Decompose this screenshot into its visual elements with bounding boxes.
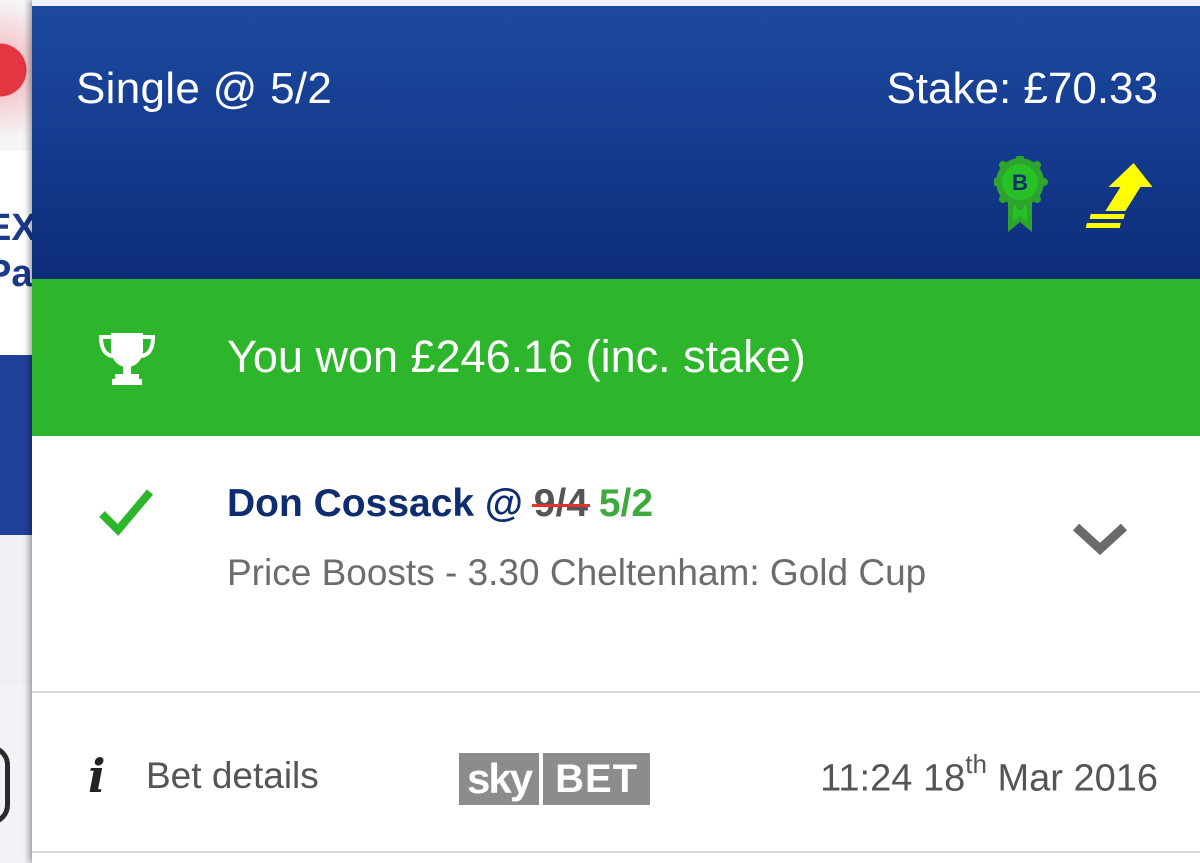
timestamp-date: Mar 2016 — [986, 757, 1158, 800]
bet-details-link[interactable]: Bet details — [146, 755, 319, 797]
svg-text:B: B — [1012, 170, 1028, 195]
background-page: EXPa — [0, 0, 32, 863]
background-image — [0, 0, 32, 148]
boost-badge-icon: B — [994, 156, 1048, 232]
bet-receipt-card: Single @ 5/2 Stake: £70.33 B You won £24… — [32, 0, 1200, 863]
selection-name: Don Cossack @ 9/4 5/2 — [227, 482, 653, 526]
win-amount-text: You won £246.16 (inc. stake) — [227, 331, 806, 382]
background-shape — [0, 745, 10, 825]
selection-row[interactable]: Don Cossack @ 9/4 5/2 Price Boosts - 3.3… — [32, 436, 1200, 693]
stake-label: Stake: £70.33 — [886, 64, 1158, 113]
background-panel-grey — [0, 535, 32, 685]
check-icon — [99, 489, 154, 536]
bet-footer: i Bet details sky BET 11:24 18th Mar 201… — [32, 693, 1200, 853]
logo-sky-text: sky — [459, 753, 540, 805]
boosted-odds: 5/2 — [598, 482, 654, 525]
trophy-icon — [98, 333, 156, 385]
chevron-down-icon[interactable] — [1072, 521, 1128, 557]
market-description: Price Boosts - 3.30 Cheltenham: Gold Cup — [227, 552, 927, 593]
bet-header: Single @ 5/2 Stake: £70.33 B — [32, 0, 1200, 279]
runner-name: Don Cossack @ — [227, 482, 523, 525]
logo-bet-text: BET — [543, 753, 651, 805]
info-icon[interactable]: i — [88, 749, 105, 803]
bet-type-title: Single @ 5/2 — [76, 64, 333, 113]
original-odds: 9/4 — [533, 482, 589, 525]
background-text: EXPa — [0, 207, 32, 295]
price-boost-arrow-icon — [1085, 163, 1152, 228]
win-banner: You won £246.16 (inc. stake) — [32, 279, 1200, 436]
timestamp-ordinal: th — [965, 749, 987, 779]
background-banner — [0, 355, 32, 535]
skybet-logo: sky BET — [459, 753, 651, 805]
bet-timestamp: 11:24 18th Mar 2016 — [820, 749, 1158, 801]
timestamp-time: 11:24 18 — [820, 757, 966, 800]
